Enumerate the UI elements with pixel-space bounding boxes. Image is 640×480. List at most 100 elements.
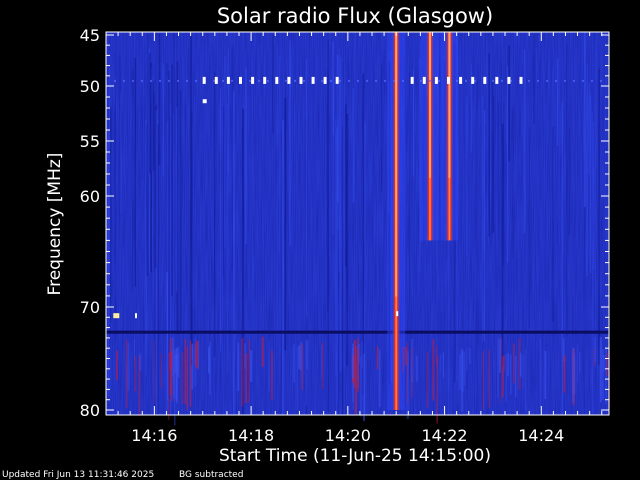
low-band-streak	[237, 342, 240, 391]
interference-dot	[393, 79, 395, 82]
low-band-streak	[579, 352, 581, 373]
x-tick-label: 14:24	[518, 426, 564, 445]
spectrogram-chart: Solar radio Flux (Glasgow) 455055607080 …	[2, 4, 610, 480]
noise-streak	[306, 59, 308, 317]
low-band-streak	[464, 351, 466, 386]
noise-streak	[488, 52, 490, 237]
noise-streak	[342, 61, 344, 415]
noise-streak	[289, 40, 291, 247]
low-band-streak	[503, 355, 505, 372]
interference-mark	[287, 76, 291, 84]
low-band-streak	[125, 339, 128, 409]
low-band-streak	[460, 348, 463, 412]
noise-streak	[409, 72, 411, 380]
low-band-streak	[544, 351, 547, 399]
low-band-streak	[376, 346, 379, 370]
footer-note: BG subtracted	[179, 470, 243, 480]
noise-streak	[115, 50, 116, 219]
low-band-streak	[361, 341, 363, 369]
interference-dot	[267, 79, 269, 82]
x-tick-label: 14:22	[422, 426, 468, 445]
interference-mark	[335, 76, 339, 84]
interference-mark	[202, 76, 206, 84]
noise-streak	[343, 85, 345, 369]
low-band-streak	[209, 341, 211, 396]
noise-streak	[224, 56, 226, 249]
noise-streak	[568, 127, 571, 236]
noise-streak	[412, 70, 414, 177]
interference-dot	[249, 79, 251, 82]
low-band-streak	[606, 352, 608, 376]
noise-streak	[191, 111, 193, 364]
y-tick-label: 55	[80, 132, 100, 151]
interference-dot	[366, 79, 368, 82]
noise-streak	[595, 40, 597, 369]
noise-streak	[335, 119, 337, 376]
low-band-streak	[196, 340, 199, 369]
noise-streak	[354, 37, 356, 202]
interference-dot	[501, 79, 503, 82]
interference-mark	[323, 76, 327, 84]
noise-streak	[327, 39, 329, 412]
interference-mark	[422, 76, 426, 84]
noise-streak	[490, 67, 491, 235]
y-tick-label: 50	[80, 77, 100, 96]
noise-streak	[120, 92, 122, 215]
low-band-streak	[436, 356, 439, 424]
low-band-streak	[321, 342, 324, 390]
interference-dot	[177, 79, 179, 82]
interference-dot	[141, 79, 143, 82]
low-band-streak	[116, 350, 118, 381]
low-band-streak	[296, 346, 298, 411]
interference-mark	[214, 76, 218, 84]
noise-streak	[251, 93, 253, 338]
burst-highlight	[448, 32, 451, 178]
noise-streak	[583, 32, 586, 207]
low-band-streak	[439, 354, 442, 373]
interference-dot	[600, 79, 602, 82]
low-band-streak	[352, 343, 355, 379]
low-band-streak	[250, 350, 253, 382]
noise-streak	[339, 57, 342, 372]
y-tick-label: 60	[80, 187, 100, 206]
interference-dot	[303, 79, 305, 82]
interference-dot	[213, 79, 215, 82]
noise-streak	[556, 58, 559, 146]
noise-streak	[593, 121, 595, 270]
noise-streak	[561, 101, 563, 415]
noise-streak	[272, 34, 274, 133]
interference-mark	[251, 76, 255, 84]
low-band-streak	[134, 356, 137, 392]
interference-dot	[222, 79, 224, 82]
low-band-streak	[139, 353, 142, 371]
noise-streak	[214, 71, 216, 358]
burst-highlight	[395, 32, 398, 297]
interference-mark	[396, 311, 399, 317]
band-divider	[106, 330, 609, 334]
low-band-streak	[293, 344, 296, 383]
low-band-streak	[515, 355, 517, 398]
noise-streak	[466, 95, 468, 257]
noise-streak	[491, 81, 494, 234]
low-band-streak	[466, 347, 468, 371]
low-band-streak	[483, 351, 484, 410]
low-band-streak	[171, 351, 173, 370]
noise-streak	[176, 107, 178, 292]
noise-streak	[485, 124, 487, 340]
low-band-streak	[599, 337, 602, 403]
noise-streak	[566, 43, 568, 337]
interference-dot	[375, 79, 377, 82]
interference-dot	[465, 79, 467, 82]
interference-dot	[429, 79, 431, 82]
low-band-streak	[539, 338, 541, 408]
low-band-streak	[506, 353, 510, 377]
interference-dot	[528, 79, 530, 82]
low-band-streak	[411, 347, 413, 399]
low-band-streak	[577, 344, 579, 383]
low-band-streak	[436, 345, 438, 366]
interference-mark	[459, 76, 463, 84]
noise-streak	[162, 64, 164, 176]
interference-dot	[159, 79, 161, 82]
noise-streak	[476, 81, 478, 415]
low-band-streak	[354, 346, 357, 415]
